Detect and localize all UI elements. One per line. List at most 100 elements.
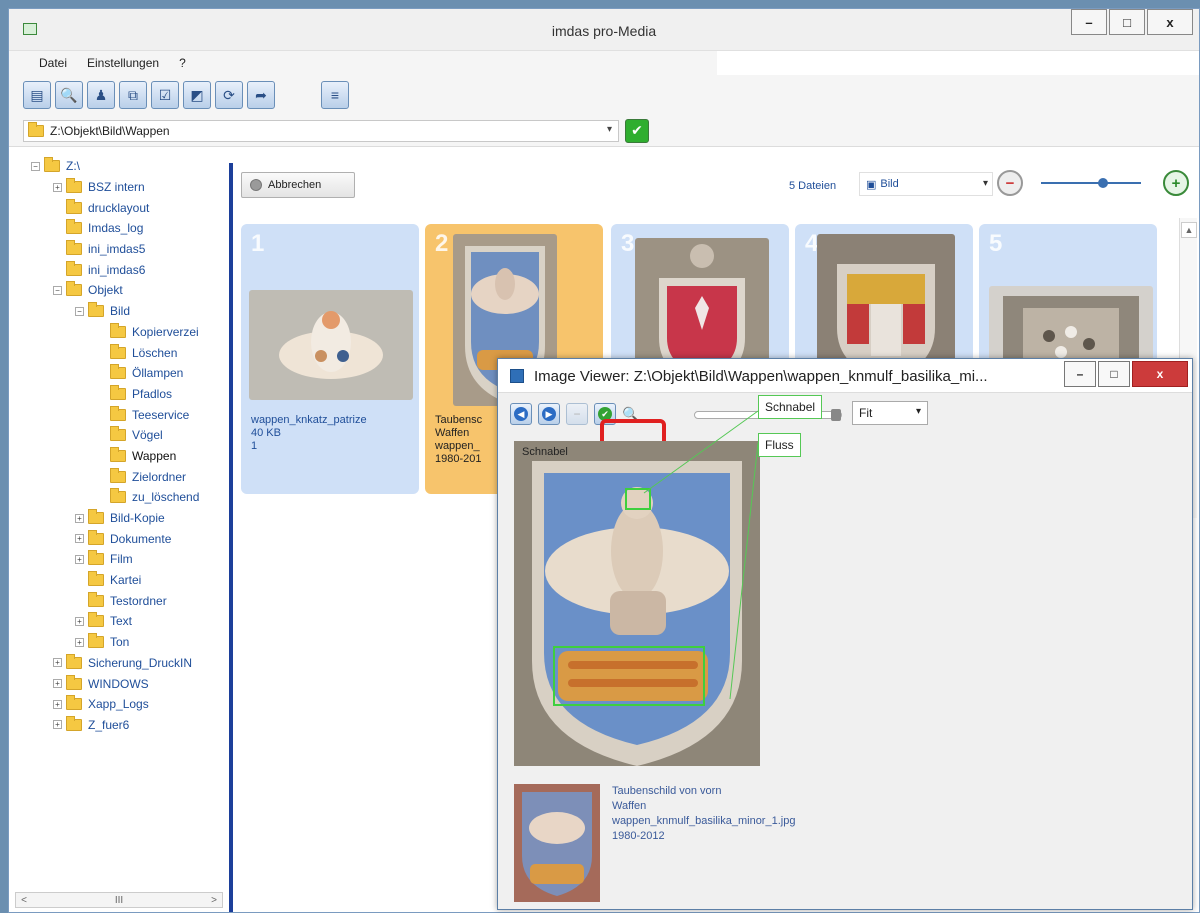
- viewer-minimize-button[interactable]: –: [1064, 361, 1096, 387]
- view-select[interactable]: ▣ Bild ▾: [859, 172, 993, 196]
- map-icon[interactable]: ◩: [183, 81, 211, 109]
- viewer-zoom-knob[interactable]: [830, 409, 841, 421]
- card-extra: 1: [251, 440, 258, 452]
- scroll-thumb[interactable]: III: [111, 895, 127, 906]
- tag-label-schnabel[interactable]: Schnabel: [758, 395, 823, 419]
- tag-label-fluss[interactable]: Fluss: [758, 433, 801, 457]
- tree-item-label: BSZ intern: [88, 180, 145, 195]
- menu-einstellungen[interactable]: Einstellungen: [87, 56, 159, 70]
- cancel-button[interactable]: Abbrechen: [241, 172, 355, 198]
- menu-bar: Datei Einstellungen ?: [9, 51, 1199, 75]
- next-button[interactable]: ▶: [538, 403, 560, 425]
- tree-item-label: ini_imdas6: [88, 262, 146, 277]
- list-icon[interactable]: ≡: [321, 81, 349, 109]
- scroll-right-icon[interactable]: >: [206, 895, 222, 906]
- expand-icon[interactable]: +: [75, 616, 84, 626]
- zoom-slider-knob[interactable]: [1098, 178, 1108, 188]
- tree-item[interactable]: + WINDOWS: [9, 673, 229, 694]
- collapse-icon[interactable]: −: [75, 306, 84, 316]
- checklist-icon[interactable]: ☑: [151, 81, 179, 109]
- tree-item[interactable]: Wappen: [9, 446, 229, 467]
- tree-item[interactable]: − Z:\: [9, 156, 229, 177]
- tree-item[interactable]: + Film: [9, 549, 229, 570]
- path-combo[interactable]: Z:\Objekt\Bild\Wappen ▾: [23, 119, 619, 142]
- expand-icon[interactable]: +: [53, 658, 62, 668]
- tree-item[interactable]: Kartei: [9, 570, 229, 591]
- card-file-icon[interactable]: ▤: [23, 81, 51, 109]
- chevron-down-icon[interactable]: ▾: [983, 178, 988, 189]
- expand-icon[interactable]: +: [53, 699, 62, 709]
- zoom-in-icon[interactable]: +: [1163, 170, 1189, 196]
- folder-icon: [66, 219, 82, 235]
- tree-item[interactable]: Testordner: [9, 590, 229, 611]
- tree-item[interactable]: + Bild-Kopie: [9, 508, 229, 529]
- viewer-image[interactable]: Schnabel: [514, 441, 760, 766]
- search-icon[interactable]: 🔍: [55, 81, 83, 109]
- expand-icon[interactable]: +: [53, 679, 62, 689]
- expand-icon[interactable]: +: [75, 513, 84, 523]
- thumbnail[interactable]: [249, 290, 413, 400]
- scroll-up-icon[interactable]: ▲: [1181, 222, 1197, 238]
- expand-icon[interactable]: +: [75, 637, 84, 647]
- tree-item[interactable]: Pfadlos: [9, 384, 229, 405]
- tree-item[interactable]: + Ton: [9, 632, 229, 653]
- viewer-close-button[interactable]: x: [1132, 361, 1188, 387]
- tree-item[interactable]: drucklayout: [9, 197, 229, 218]
- menu-datei[interactable]: Datei: [39, 56, 67, 70]
- tree-item[interactable]: Löschen: [9, 342, 229, 363]
- viewer-maximize-button[interactable]: □: [1098, 361, 1130, 387]
- expand-icon[interactable]: +: [75, 534, 84, 544]
- maximize-button[interactable]: □: [1109, 9, 1145, 35]
- tree-item[interactable]: − Bild: [9, 301, 229, 322]
- tree-item[interactable]: Öllampen: [9, 363, 229, 384]
- folder-icon: [66, 674, 82, 690]
- export-icon[interactable]: ➦: [247, 81, 275, 109]
- go-button[interactable]: ✔: [625, 118, 649, 143]
- tree-item[interactable]: ini_imdas5: [9, 239, 229, 260]
- toolbar: ▤ 🔍 ♟ ⧉ ☑ ◩ ⟳ ➦ ≡: [9, 75, 1199, 115]
- close-button[interactable]: x: [1147, 9, 1193, 35]
- tree-item-label: Bild-Kopie: [110, 511, 165, 526]
- collapse-icon[interactable]: −: [53, 285, 62, 295]
- viewer-thumbnail[interactable]: [514, 784, 600, 902]
- tree-item[interactable]: Vögel: [9, 425, 229, 446]
- expand-icon[interactable]: +: [53, 182, 62, 192]
- tree-horizontal-scrollbar[interactable]: < III >: [15, 892, 223, 908]
- zoom-out-icon[interactable]: −: [997, 170, 1023, 196]
- chevron-down-icon[interactable]: ▾: [916, 406, 921, 417]
- tree-item[interactable]: zu_löschend: [9, 487, 229, 508]
- tree-item[interactable]: Kopierverzei: [9, 322, 229, 343]
- tree-item[interactable]: + Dokumente: [9, 528, 229, 549]
- zoom-slider[interactable]: [1041, 178, 1141, 188]
- folder-icon: [110, 343, 126, 359]
- menu-help[interactable]: ?: [179, 56, 186, 70]
- tree-item[interactable]: ini_imdas6: [9, 259, 229, 280]
- tree-item[interactable]: Zielordner: [9, 466, 229, 487]
- expand-icon[interactable]: +: [75, 554, 84, 564]
- collapse-icon[interactable]: −: [31, 161, 40, 171]
- scroll-left-icon[interactable]: <: [16, 895, 32, 906]
- folder-icon: [66, 260, 82, 276]
- chevron-down-icon[interactable]: ▾: [607, 124, 612, 135]
- fit-select[interactable]: Fit ▾: [852, 401, 928, 425]
- view-value: Bild: [880, 178, 899, 190]
- viewer-info-date: 1980-2012: [612, 830, 665, 842]
- tree-item[interactable]: + Xapp_Logs: [9, 694, 229, 715]
- previous-button[interactable]: ◀: [510, 403, 532, 425]
- tree-item[interactable]: + Z_fuer6: [9, 715, 229, 736]
- tree-item[interactable]: Teeservice: [9, 404, 229, 425]
- refresh-icon[interactable]: ⟳: [215, 81, 243, 109]
- file-card[interactable]: 1 wappen_knkatz_patrize 40 KB 1: [241, 224, 419, 494]
- tree-item[interactable]: + Text: [9, 611, 229, 632]
- copy-icon[interactable]: ⧉: [119, 81, 147, 109]
- minimize-button[interactable]: –: [1071, 9, 1107, 35]
- tree-item-label: Imdas_log: [88, 221, 144, 236]
- tree-item[interactable]: + BSZ intern: [9, 177, 229, 198]
- tree-item[interactable]: Imdas_log: [9, 218, 229, 239]
- tree-item[interactable]: − Objekt: [9, 280, 229, 301]
- person-icon[interactable]: ♟: [87, 81, 115, 109]
- tree-item[interactable]: + Sicherung_DruckIN: [9, 653, 229, 674]
- expand-icon[interactable]: +: [53, 720, 62, 730]
- tree-item-label: Xapp_Logs: [88, 697, 149, 712]
- minus-button[interactable]: −: [566, 403, 588, 425]
